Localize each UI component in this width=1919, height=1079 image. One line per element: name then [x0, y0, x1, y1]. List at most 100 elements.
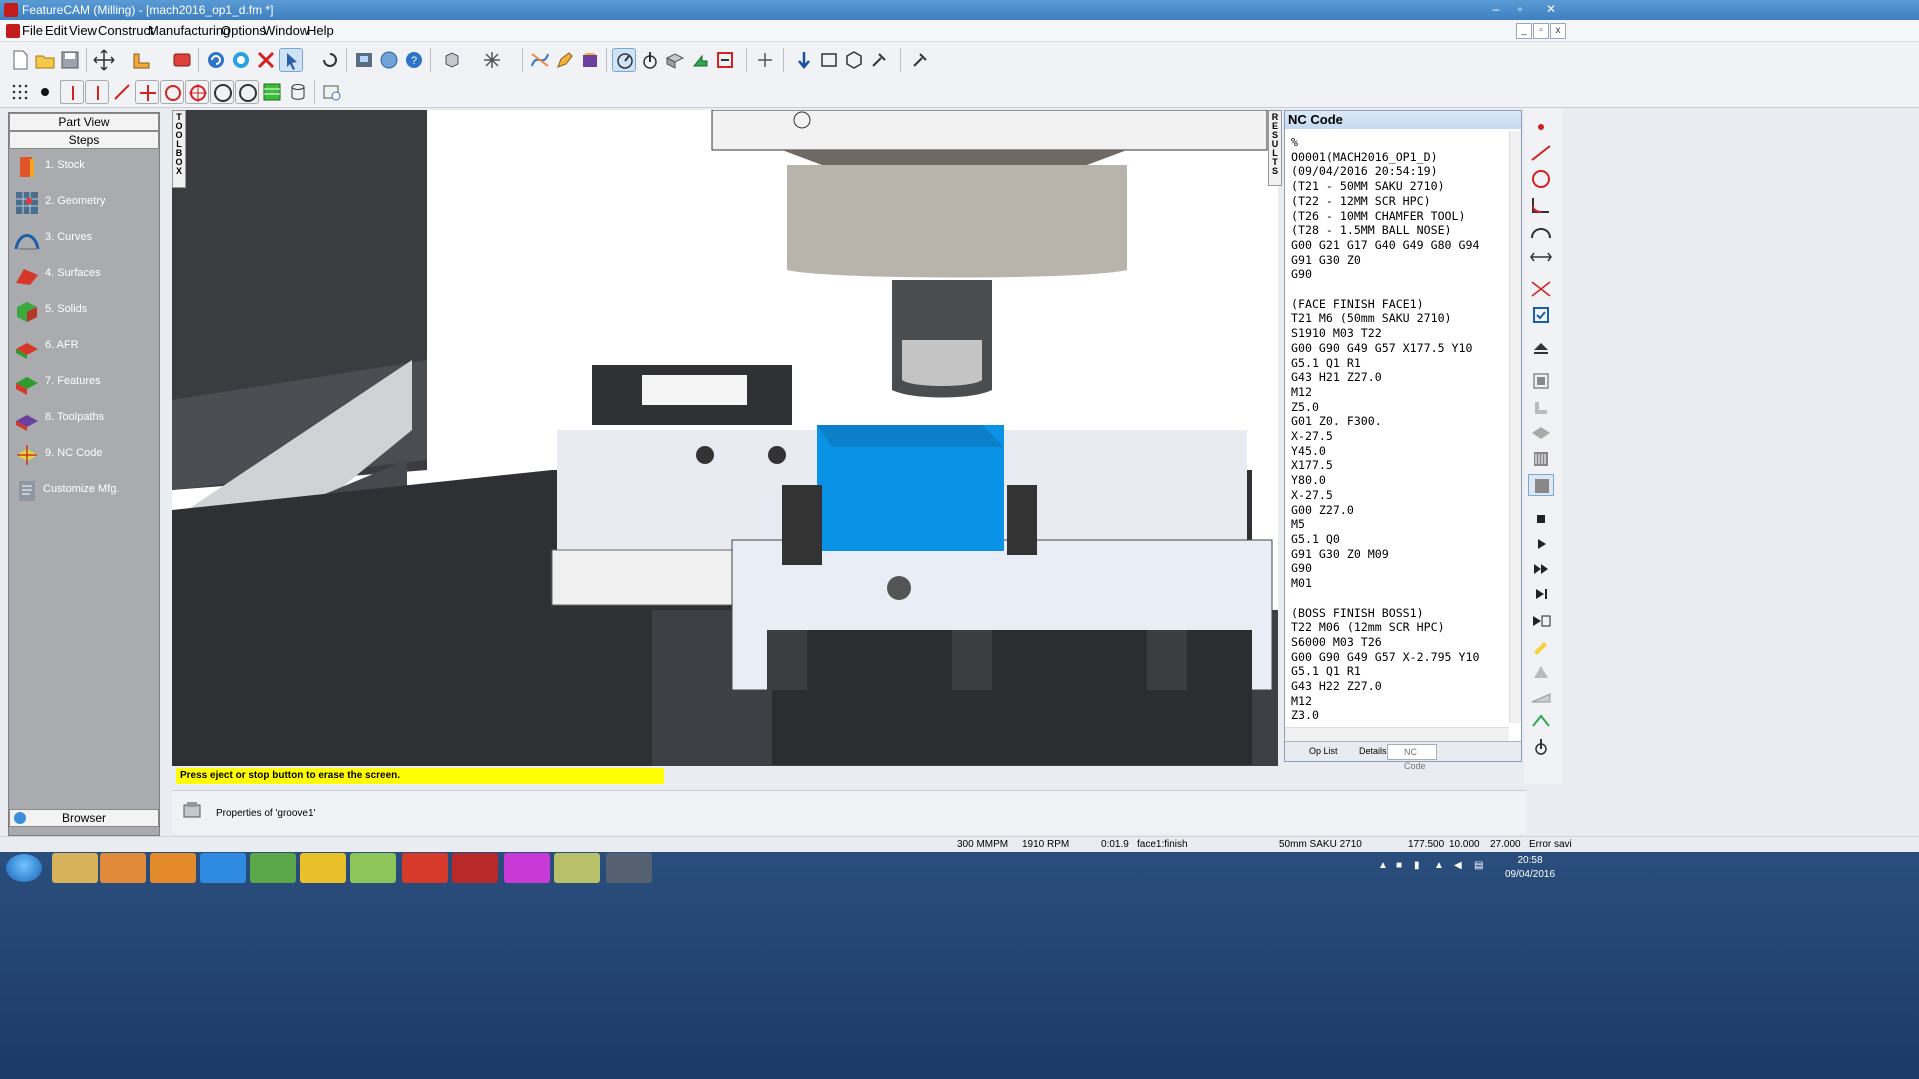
menu-construct[interactable]: Construct: [98, 23, 154, 38]
help-icon[interactable]: ?: [402, 48, 426, 72]
step-to-end-icon[interactable]: [1528, 610, 1554, 632]
tab-details[interactable]: Details: [1343, 744, 1387, 760]
3d-viewport[interactable]: [172, 110, 1278, 766]
circle-cross-icon[interactable]: [185, 80, 209, 104]
sim-option-2-icon[interactable]: [1528, 686, 1554, 708]
new-file-icon[interactable]: [8, 48, 32, 72]
stock-block-icon[interactable]: [663, 48, 687, 72]
browser-tab[interactable]: Browser: [9, 809, 159, 827]
circle-outline-icon[interactable]: [210, 80, 234, 104]
nc-code-text[interactable]: % O0001(MACH2016_OP1_D) (09/04/2016 20:5…: [1291, 135, 1511, 723]
eraser-icon[interactable]: [170, 48, 194, 72]
tray-network-icon[interactable]: ▲: [1434, 860, 1444, 871]
trim-tool-icon[interactable]: [1528, 278, 1554, 300]
layers-icon[interactable]: [260, 80, 284, 104]
grid-icon[interactable]: [8, 80, 32, 104]
cross-icon[interactable]: [135, 80, 159, 104]
simulation-icon[interactable]: [612, 48, 636, 72]
sim-option-1-icon[interactable]: [1528, 662, 1554, 684]
step-curves[interactable]: 3. Curves: [11, 223, 157, 257]
hexagon-icon[interactable]: [842, 48, 866, 72]
play-icon[interactable]: [1528, 533, 1554, 555]
results-tab[interactable]: RESULTS: [1268, 110, 1282, 186]
arc-icon[interactable]: [235, 80, 259, 104]
dimension-icon[interactable]: [130, 48, 154, 72]
line-vertical-icon[interactable]: [60, 80, 84, 104]
rotate-icon[interactable]: [318, 48, 342, 72]
menu-manufacturing[interactable]: Manufacturing: [148, 23, 230, 38]
step-geometry[interactable]: 2. Geometry: [11, 187, 157, 221]
part-view-tab[interactable]: Part View: [9, 113, 159, 131]
step-surfaces[interactable]: 4. Surfaces: [11, 259, 157, 293]
check-tool-icon[interactable]: [1528, 304, 1554, 326]
point-tool-icon[interactable]: [1528, 116, 1554, 138]
step-nc-code[interactable]: 9. NC Code: [11, 439, 157, 473]
measure-tool-icon[interactable]: [1528, 246, 1554, 268]
outlook-icon[interactable]: [150, 853, 196, 883]
close-button[interactable]: ✕: [1538, 0, 1564, 18]
tool-holder-icon[interactable]: [1528, 736, 1554, 758]
properties-icon[interactable]: [182, 801, 202, 819]
menu-edit[interactable]: Edit: [45, 23, 67, 38]
snap-point-icon[interactable]: [753, 48, 777, 72]
steps-tab[interactable]: Steps: [9, 131, 159, 149]
nc-vertical-scrollbar[interactable]: [1509, 131, 1521, 723]
delete-icon[interactable]: [254, 48, 278, 72]
step-features[interactable]: 7. Features: [11, 367, 157, 401]
sim-view-1-icon[interactable]: [1528, 370, 1554, 392]
arc-tool-icon[interactable]: [1528, 220, 1554, 242]
step-afr[interactable]: 6. AFR: [11, 331, 157, 365]
mdi-close-button[interactable]: x: [1550, 23, 1566, 39]
maximize-button[interactable]: ▫: [1507, 0, 1533, 18]
internet-explorer-icon[interactable]: [200, 853, 246, 883]
toolbox-tab[interactable]: TOOLBOX: [172, 110, 186, 188]
zoom-icon[interactable]: [229, 48, 253, 72]
tab-nc-code[interactable]: NC Code: [1387, 744, 1437, 771]
open-folder-icon[interactable]: [33, 48, 57, 72]
save-icon[interactable]: [58, 48, 82, 72]
stop-icon[interactable]: [1528, 508, 1554, 530]
view-cube-icon[interactable]: [440, 48, 464, 72]
tray-volume-icon[interactable]: ◀: [1454, 860, 1462, 871]
export-arrow-icon[interactable]: [688, 48, 712, 72]
toolpath-curve-icon[interactable]: [528, 48, 552, 72]
menu-view[interactable]: View: [69, 23, 97, 38]
undo-icon[interactable]: [204, 48, 228, 72]
fillet-tool-icon[interactable]: [1528, 194, 1554, 216]
sim-view-2-icon[interactable]: [1528, 396, 1554, 418]
step-forward-icon[interactable]: [1528, 583, 1554, 605]
eject-icon[interactable]: [1528, 338, 1554, 360]
point-icon[interactable]: [33, 80, 57, 104]
mdi-restore-button[interactable]: ▫: [1533, 23, 1549, 39]
highlight-icon[interactable]: [1528, 636, 1554, 658]
chrome-icon[interactable]: [300, 853, 346, 883]
hammer-icon[interactable]: [867, 48, 891, 72]
menu-help[interactable]: Help: [307, 23, 334, 38]
tray-action-center-icon[interactable]: ▤: [1474, 860, 1483, 871]
pan-icon[interactable]: [92, 48, 116, 72]
sim-view-3-icon[interactable]: [1528, 422, 1554, 444]
circle-tool-icon[interactable]: [1528, 168, 1554, 190]
nc-horizontal-scrollbar[interactable]: [1285, 727, 1509, 741]
machine-sim-icon[interactable]: [352, 48, 376, 72]
start-button[interactable]: [6, 854, 42, 882]
refresh-view-icon[interactable]: [320, 80, 344, 104]
notes-icon[interactable]: [350, 853, 396, 883]
minimize-button[interactable]: –: [1483, 0, 1509, 18]
media-player-icon[interactable]: [100, 853, 146, 883]
documents-icon[interactable]: [554, 853, 600, 883]
line-diagonal-icon[interactable]: [110, 80, 134, 104]
tab-op-list[interactable]: Op List: [1293, 744, 1338, 760]
document-icon[interactable]: [6, 24, 20, 38]
menu-options[interactable]: Options: [221, 23, 266, 38]
drill-app-icon[interactable]: [606, 853, 652, 883]
cylinder-icon[interactable]: [286, 80, 310, 104]
tool-icon[interactable]: [638, 48, 662, 72]
sim-option-3-icon[interactable]: [1528, 710, 1554, 732]
fruit-app-icon[interactable]: [402, 853, 448, 883]
tray-windows-icon[interactable]: ■: [1396, 860, 1402, 871]
select-icon[interactable]: [279, 48, 303, 72]
menu-file[interactable]: File: [22, 23, 43, 38]
circle-icon[interactable]: [160, 80, 184, 104]
paint-icon[interactable]: [250, 853, 296, 883]
